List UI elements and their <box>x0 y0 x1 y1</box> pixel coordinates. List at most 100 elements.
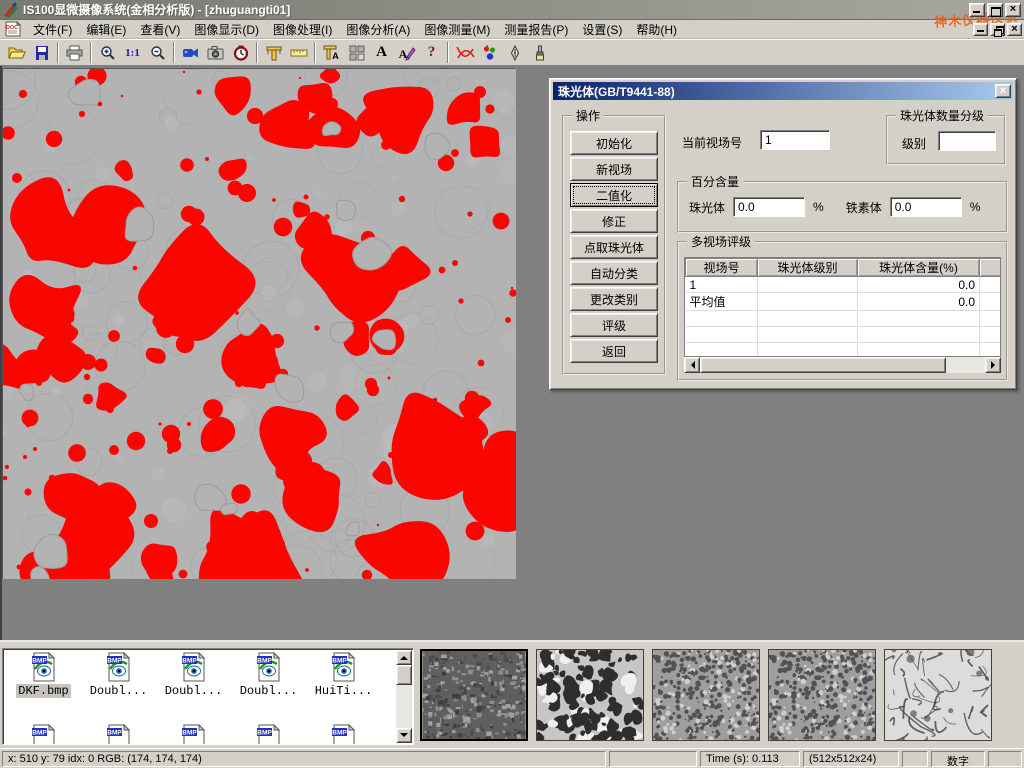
scroll-left-button[interactable] <box>684 357 700 373</box>
grid-icon[interactable] <box>344 41 369 64</box>
mdi-minimize-button[interactable] <box>973 23 988 36</box>
open-icon[interactable] <box>4 41 29 64</box>
rating-table[interactable]: 视场号 珠光体级别 珠光体含量(%) 铁素体 1 0.0 平均值 0.0 <box>684 257 1001 357</box>
menu-bar: DOC 文件(F) 编辑(E) 查看(V) 图像显示(D) 图像处理(I) 图像… <box>0 20 1024 39</box>
col-pearlite-grade[interactable]: 珠光体级别 <box>758 259 858 277</box>
save-icon[interactable] <box>29 41 54 64</box>
file-item[interactable]: BMP DKF.bmp <box>6 652 81 698</box>
table-row[interactable]: 平均值 0.0 <box>686 293 1002 311</box>
menu-image-analysis[interactable]: 图像分析(A) <box>339 20 417 39</box>
mode-indicator: 数字 <box>931 751 985 767</box>
file-browser-panel: BMP DKF.bmp BMP Doubl... <box>0 640 1024 748</box>
status-panel-empty <box>902 751 928 767</box>
scroll-down-button[interactable] <box>396 728 412 743</box>
scroll-up-button[interactable] <box>396 650 412 665</box>
grade-button[interactable]: 评级 <box>570 313 658 337</box>
file-item[interactable]: BMP <box>231 724 306 745</box>
file-item[interactable]: BMP <box>81 724 156 745</box>
menu-view[interactable]: 查看(V) <box>133 20 187 39</box>
particle-classify-icon[interactable] <box>477 41 502 64</box>
brush-icon[interactable] <box>527 41 552 64</box>
minimize-button[interactable] <box>969 3 985 17</box>
table-row <box>686 311 1002 327</box>
print-icon[interactable] <box>62 41 87 64</box>
file-item[interactable]: BMP Doubl... <box>81 652 156 698</box>
file-list-scrollbar[interactable] <box>396 650 412 743</box>
file-item[interactable]: BMP Doubl... <box>156 652 231 698</box>
document-icon: DOC <box>4 21 22 37</box>
help-icon[interactable]: ? <box>419 41 444 64</box>
dialog-title-bar[interactable]: 珠光体(GB/T9441-88) × <box>553 82 1013 100</box>
pearlite-percent-input[interactable]: 0.0 <box>733 197 805 217</box>
annotate-icon[interactable]: A <box>394 41 419 64</box>
thumbnail-image[interactable] <box>884 649 992 741</box>
col-ferrite[interactable]: 铁素体 <box>980 259 1002 277</box>
file-item[interactable]: BMP <box>306 724 381 745</box>
menu-image-measure[interactable]: 图像测量(M) <box>417 20 497 39</box>
file-name: Doubl... <box>163 684 225 698</box>
binarize-button[interactable]: 二值化 <box>570 183 658 207</box>
scroll-right-button[interactable] <box>985 357 1001 373</box>
timer-icon[interactable] <box>228 41 253 64</box>
menu-help[interactable]: 帮助(H) <box>629 20 684 39</box>
col-field-number[interactable]: 视场号 <box>686 259 758 277</box>
col-pearlite-content[interactable]: 珠光体含量(%) <box>858 259 980 277</box>
file-item[interactable]: BMP HuiTi... <box>306 652 381 698</box>
bmp-file-icon: BMP <box>331 724 357 745</box>
thumbnail-image[interactable] <box>652 649 760 741</box>
metallograph-image[interactable] <box>3 69 516 579</box>
menu-report[interactable]: 测量报告(P) <box>497 20 575 39</box>
table-row[interactable]: 1 0.0 <box>686 277 1002 293</box>
menu-image-display[interactable]: 图像显示(D) <box>187 20 266 39</box>
ferrite-percent-input[interactable]: 0.0 <box>890 197 962 217</box>
ruler-icon[interactable] <box>286 41 311 64</box>
maximize-button[interactable] <box>987 3 1003 17</box>
file-item[interactable]: BMP <box>156 724 231 745</box>
caliper-icon[interactable] <box>261 41 286 64</box>
thumbnail-image[interactable] <box>420 649 528 741</box>
zoom-in-icon[interactable] <box>95 41 120 64</box>
pearlite-dialog: 珠光体(GB/T9441-88) × 操作 初始化 新视场 二值化 修正 点取珠… <box>549 78 1017 390</box>
correct-button[interactable]: 修正 <box>570 209 658 233</box>
menu-edit[interactable]: 编辑(E) <box>79 20 133 39</box>
menu-image-process[interactable]: 图像处理(I) <box>266 20 339 39</box>
svg-text:BMP: BMP <box>107 730 122 737</box>
zoom-out-icon[interactable] <box>145 41 170 64</box>
new-field-button[interactable]: 新视场 <box>570 157 658 181</box>
grade-input[interactable] <box>938 131 996 151</box>
dialog-title: 珠光体(GB/T9441-88) <box>558 83 675 100</box>
close-button[interactable]: × <box>1005 3 1021 17</box>
return-button[interactable]: 返回 <box>570 339 658 363</box>
dialog-close-button[interactable]: × <box>995 84 1011 98</box>
text-icon[interactable]: A <box>369 41 394 64</box>
file-name: Doubl... <box>238 684 300 698</box>
menu-file[interactable]: 文件(F) <box>26 20 79 39</box>
svg-text:BMP: BMP <box>182 730 197 737</box>
multi-field-group: 多视场评级 视场号 珠光体级别 珠光体含量(%) 铁素体 1 0.0 <box>677 241 1008 381</box>
curve-tool-icon[interactable] <box>452 41 477 64</box>
measure-text-icon[interactable]: A <box>319 41 344 64</box>
file-list[interactable]: BMP DKF.bmp BMP Doubl... <box>2 648 414 745</box>
operations-group-label: 操作 <box>572 109 604 123</box>
file-item[interactable]: BMP <box>6 724 81 745</box>
scrollbar-thumb[interactable] <box>700 357 946 373</box>
actual-size-icon[interactable]: 1:1 <box>120 41 145 64</box>
mdi-close-button[interactable]: × <box>1007 23 1022 36</box>
video-camera-icon[interactable] <box>178 41 203 64</box>
scrollbar-thumb[interactable] <box>396 665 412 685</box>
camera-icon[interactable] <box>203 41 228 64</box>
pick-pearlite-button[interactable]: 点取珠光体 <box>570 235 658 259</box>
current-view-input[interactable]: 1 <box>760 130 830 150</box>
mdi-restore-button[interactable] <box>990 23 1005 36</box>
thumbnail-image[interactable] <box>536 649 644 741</box>
bmp-file-icon: BMP <box>331 652 357 682</box>
thumbnail-image[interactable] <box>768 649 876 741</box>
menu-settings[interactable]: 设置(S) <box>575 20 629 39</box>
file-name: Doubl... <box>88 684 150 698</box>
file-item[interactable]: BMP Doubl... <box>231 652 306 698</box>
init-button[interactable]: 初始化 <box>570 131 658 155</box>
change-class-button[interactable]: 更改类别 <box>570 287 658 311</box>
auto-classify-button[interactable]: 自动分类 <box>570 261 658 285</box>
pen-icon[interactable] <box>502 41 527 64</box>
table-horizontal-scrollbar[interactable] <box>684 357 1001 373</box>
